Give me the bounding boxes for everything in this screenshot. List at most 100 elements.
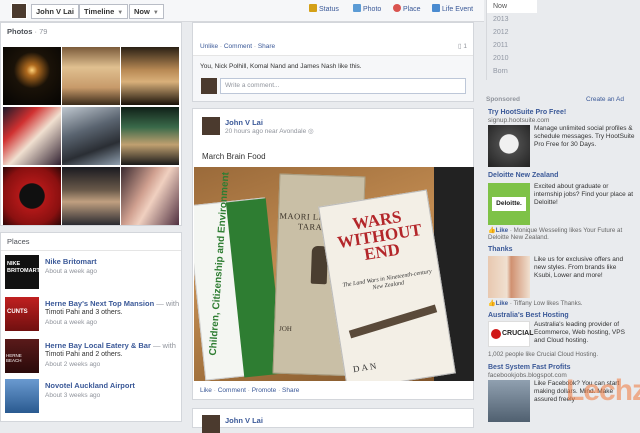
ad-url[interactable]: signup.hootsuite.com [488, 117, 549, 124]
ad-like-text: · Monique Wesseling likes Your Future at… [488, 227, 623, 241]
now-dropdown[interactable]: Now ▼ [129, 4, 164, 19]
ad-title[interactable]: Try HootSuite Pro Free! [488, 109, 566, 116]
composer-place[interactable]: Place [393, 4, 421, 13]
place-title[interactable]: Herne Bay's Next Top Mansion — with [45, 299, 179, 308]
photo-icon [353, 4, 361, 12]
composer-status[interactable]: Status [309, 4, 339, 13]
crucial-logo-image[interactable]: CRUCIAL [488, 321, 534, 347]
book-wars-subtitle: The Land Wars in Nineteenth-century New … [342, 268, 433, 292]
photo-thumbnail[interactable] [62, 47, 120, 105]
scrubber-2012[interactable]: 2012 [487, 26, 640, 39]
timeline-dropdown[interactable]: Timeline ▼ [79, 4, 129, 19]
ad-title[interactable]: Best System Fast Profits [488, 364, 570, 371]
book-wars-rifle [348, 304, 438, 339]
scrubber-now[interactable]: Now [487, 0, 537, 13]
photo-thumbnail[interactable] [3, 47, 61, 105]
comment-count[interactable]: ▯ 1 [458, 42, 467, 50]
profile-avatar[interactable] [11, 3, 27, 19]
place-title[interactable]: Novotel Auckland Airport [45, 381, 179, 390]
post-meta-text: 20 hours ago near Avondale [225, 128, 307, 135]
author-name[interactable]: John V Lai [225, 416, 263, 425]
place-thumbnail: NIKE BRITOMART [5, 255, 40, 289]
previous-post-content [193, 23, 473, 37]
composer-photo[interactable]: Photo [353, 4, 381, 13]
create-ad-link[interactable]: Create an Ad [586, 96, 624, 103]
post-actions: Like · Comment · Promote · Share [200, 387, 300, 394]
timeline-post: John V Lai 20 hours ago near Avondale ◎ … [192, 108, 474, 400]
author-avatar[interactable] [202, 415, 220, 433]
name-label: John V Lai [36, 7, 74, 16]
photo-thumbnail[interactable] [121, 167, 179, 225]
photo-thumbnail[interactable] [62, 107, 120, 165]
watermark-logo: Lechz [566, 374, 640, 407]
photo-thumbnail[interactable] [62, 167, 120, 225]
photo-thumbnail[interactable] [3, 167, 61, 225]
comment-link[interactable]: Comment [218, 387, 246, 394]
author-name[interactable]: John V Lai [225, 118, 263, 127]
place-title-text: Novotel Auckland Airport [45, 381, 135, 390]
photo-thumbnail[interactable] [121, 107, 179, 165]
place-title-text: Herne Bay's Next Top Mansion [45, 299, 155, 308]
book-wars-title: WARS WITHOUT END [335, 206, 423, 265]
places-header[interactable]: Places [1, 233, 181, 251]
share-link[interactable]: Share [282, 387, 299, 394]
deloitte-image[interactable]: Deloitte. [488, 183, 530, 225]
scrubber-2011[interactable]: 2011 [487, 39, 640, 52]
ad-title[interactable]: Thanks [488, 246, 513, 253]
places-panel: Places NIKE BRITOMART Nike Britomart Abo… [0, 232, 182, 422]
like-link[interactable]: Like [200, 387, 212, 394]
composer-life-event[interactable]: Life Event [432, 4, 473, 13]
comment-input[interactable]: Write a comment... [220, 78, 466, 94]
likes-summary[interactable]: You, Nick Polhill, Komal Nand and James … [200, 63, 362, 70]
ad-title[interactable]: Australia's Best Hosting [488, 312, 569, 319]
photos-title: Photos [7, 27, 33, 36]
status-icon [309, 4, 317, 12]
comment-icon: ▯ [457, 43, 462, 50]
place-tagged[interactable]: Timoti Pahi and 3 others. [45, 309, 123, 316]
timeline-post-next: John V Lai [192, 408, 474, 433]
place-item[interactable]: NIKE BRITOMART Nike Britomart About a we… [1, 253, 181, 291]
place-label: Place [403, 6, 421, 13]
photo-thumbnail[interactable] [121, 47, 179, 105]
scrubber-2013[interactable]: 2013 [487, 13, 640, 26]
ad-like-link[interactable]: Like [496, 227, 508, 234]
profits-ad-image[interactable] [488, 380, 530, 422]
place-thumbnail: HERNE BEACH [5, 339, 39, 373]
photo-label: Photo [363, 6, 382, 13]
ad-like-link[interactable]: Like [496, 300, 508, 307]
place-title-text: Nike Britomart [45, 257, 97, 266]
place-item[interactable]: HERNE BEACH Herne Bay Local Eatery & Bar… [1, 337, 181, 375]
place-title[interactable]: Nike Britomart [45, 257, 179, 266]
crucial-logo-text: CRUCIAL [502, 330, 534, 337]
place-time: About a week ago [45, 268, 98, 275]
like-icon: 👍 [488, 227, 496, 234]
comment-link[interactable]: Comment [224, 43, 252, 50]
name-button[interactable]: John V Lai [31, 4, 79, 19]
ad-title[interactable]: Deloitte New Zealand [488, 172, 558, 179]
scrubber-2010[interactable]: 2010 [487, 52, 640, 65]
unlike-link[interactable]: Unlike [200, 43, 218, 50]
photos-panel: Photos · 79 [0, 22, 182, 226]
deloitte-logo: Deloitte. [492, 197, 526, 211]
comment-count-value: 1 [463, 43, 467, 50]
place-title[interactable]: Herne Bay Local Eatery & Bar — with [45, 341, 179, 350]
place-with: — with [154, 299, 179, 308]
post-photo[interactable]: Children, Citizenship and Environment MA… [194, 167, 474, 381]
share-link[interactable]: Share [258, 43, 275, 50]
ad-url[interactable]: facebookjobs.blogspot.com [488, 372, 567, 379]
author-avatar[interactable] [202, 117, 220, 135]
promote-link[interactable]: Promote [252, 387, 277, 394]
place-item[interactable]: CUNTS Herne Bay's Next Top Mansion — wit… [1, 295, 181, 333]
book-green-title: Children, Citizenship and Environment [207, 171, 232, 356]
scrubber-born[interactable]: Born [487, 65, 640, 78]
ad-social-context: 👍Like · Tiffany Low likes Thanks. [488, 299, 583, 307]
crucial-logo-mark [491, 329, 501, 339]
place-thumbnail: CUNTS [5, 297, 39, 331]
photos-header[interactable]: Photos · 79 [1, 23, 181, 40]
place-tagged[interactable]: Timoti Pahi and 2 others. [45, 351, 123, 358]
thanks-ad-image[interactable] [488, 256, 530, 298]
hootsuite-owl-image[interactable] [488, 125, 530, 167]
photo-thumbnail[interactable] [3, 107, 61, 165]
place-item[interactable]: Novotel Auckland Airport About 3 weeks a… [1, 377, 181, 415]
ad-text: Excited about graduate or internship job… [534, 183, 634, 206]
